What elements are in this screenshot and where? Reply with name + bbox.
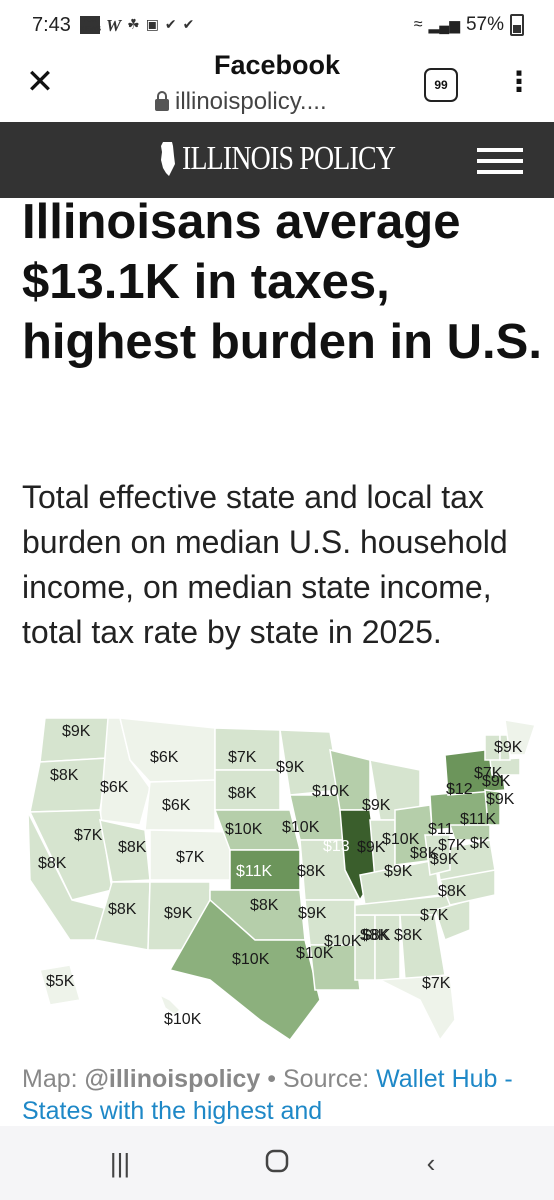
map-label-mo: $8K: [297, 863, 326, 880]
map-label-nc: $8K: [438, 883, 467, 900]
drop-icon: ☘: [127, 16, 140, 32]
map-label-az: $8K: [108, 901, 137, 918]
map-label-nj: $11K: [460, 811, 497, 828]
check-circle-icon: ✔: [182, 16, 195, 32]
signal-icon: ▂▄▆: [428, 16, 460, 33]
map-label-ut: $8K: [118, 839, 147, 856]
tab-count-button[interactable]: 99: [424, 68, 458, 102]
credit-handle[interactable]: @illinoispolicy: [85, 1065, 261, 1093]
map-label-nd: $7K: [228, 749, 257, 766]
map-label-sd: $8K: [228, 785, 257, 802]
browser-title: Facebook: [213, 50, 341, 80]
map-label-or: $8K: [50, 767, 79, 784]
article-subhead: Total effective state and local tax burd…: [22, 479, 508, 650]
map-label-ks: $11K: [236, 863, 273, 880]
hamburger-menu-icon[interactable]: [477, 148, 523, 174]
map-label-ia: $10K: [282, 819, 320, 836]
map-label-tx: $10K: [232, 951, 270, 968]
map-label-ma: $9K: [486, 791, 515, 808]
browser-toolbar: ✕ Facebook illinoispolicy.... 99 ⋮: [0, 50, 554, 122]
map-label-ne: $10K: [312, 783, 350, 800]
map-label-nm: $9K: [164, 905, 193, 922]
url-text: illinoispolicy....: [175, 88, 327, 115]
wifi-icon: ≈: [413, 16, 423, 33]
illinois-state-icon: [161, 142, 175, 176]
map-label-ga: $8K: [394, 927, 423, 944]
credit-prefix: Map:: [22, 1065, 85, 1093]
lock-icon: [155, 91, 169, 111]
battery-percent: 57%: [465, 14, 504, 35]
map-label-wi: $10K: [225, 821, 263, 838]
more-options-icon[interactable]: ⋮: [505, 64, 533, 100]
url-bar[interactable]: illinoispolicy....: [155, 88, 327, 116]
map-label-id: $6K: [100, 779, 129, 796]
notification-icons: FOX NEWS W ☘ ▣ ✔ ✔: [80, 16, 194, 36]
map-label-ms: $10K: [324, 933, 362, 950]
map-label-pa: $11: [428, 821, 454, 838]
status-right: ≈ ▂▄▆ 57%: [414, 14, 524, 36]
site-logo-text: ILLINOIS POLICY: [182, 140, 396, 177]
map-label-ar: $9K: [298, 905, 327, 922]
lock-icon: ▣: [145, 16, 159, 32]
tax-burden-map: $9K$8K$6K$6K $7K$9K$8K$6K$7K$8K$8K$7K$10K…: [27, 717, 536, 1042]
map-label-co: $7K: [176, 849, 205, 866]
map-credit: Map: @illinoispolicy • Source: Wallet Hu…: [22, 1063, 542, 1127]
map-label-nv: $7K: [74, 827, 103, 844]
map-label-wa: $9K: [62, 723, 91, 740]
credit-separator: •: [260, 1065, 283, 1093]
map-label-mn: $9K: [276, 759, 305, 776]
washington-post-icon: W: [106, 16, 122, 35]
site-header: ILLINOIS POLICY: [0, 122, 554, 198]
map-label-ak: $5K: [46, 973, 75, 990]
map-label-mi: $9K: [362, 797, 391, 814]
battery-icon: [510, 14, 524, 36]
map-label-ok: $8K: [250, 897, 279, 914]
recents-icon[interactable]: |||: [100, 1148, 140, 1178]
site-logo[interactable]: ILLINOIS POLICY: [160, 140, 442, 178]
map-label-mt: $6K: [150, 749, 179, 766]
state-al: [374, 914, 401, 981]
status-bar: 7:43 FOX NEWS W ☘ ▣ ✔ ✔ ≈ ▂▄▆ 57%: [0, 0, 554, 50]
back-icon[interactable]: ‹: [411, 1148, 451, 1178]
state-ga: [399, 914, 446, 981]
map-label-wy: $6K: [162, 797, 191, 814]
fox-news-icon: FOX NEWS: [80, 16, 101, 34]
map-label-al: $8K: [362, 927, 391, 944]
map-label-ca: $8K: [38, 855, 67, 872]
map-label-sc: $7K: [420, 907, 449, 924]
home-icon[interactable]: [257, 1148, 297, 1178]
article-headline: Illinoisans average $13.1K in taxes, hig…: [22, 195, 542, 369]
map-label-hi: $10K: [164, 1011, 202, 1028]
check-circle-icon: ✔: [164, 16, 177, 32]
map-label-nh: $9K: [482, 773, 511, 790]
map-label-ny: $12: [446, 781, 473, 798]
status-time: 7:43: [32, 14, 71, 36]
map-label-fl: $7K: [422, 975, 451, 992]
map-label-il: $13: [323, 838, 350, 855]
system-nav-bar: ||| ‹: [0, 1126, 554, 1200]
source-label: Source:: [282, 1065, 377, 1093]
map-label-de: $K: [470, 835, 490, 852]
map-label-me: $9K: [494, 739, 523, 756]
map-label-md: $7K: [438, 837, 467, 854]
map-label-ky: $9K: [384, 863, 413, 880]
